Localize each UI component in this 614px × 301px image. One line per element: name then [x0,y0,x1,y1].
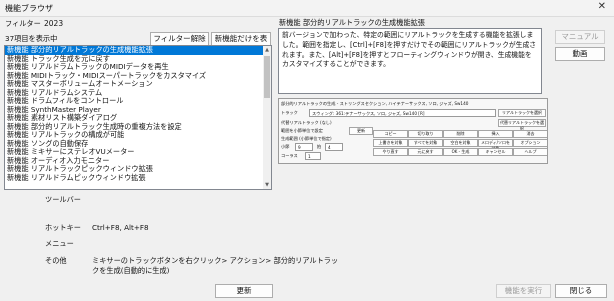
shot-bar-field: 9 [295,143,313,151]
shot-update: 更新 [349,127,373,135]
other-value-line2: クを生成(自動的に生成) [92,266,170,275]
shot-beat-val: 4 [328,145,331,150]
shot-grid-button: コピー [373,130,408,138]
shot-grid-button: オプション [513,139,547,147]
shot-grid-button: すべてを対象 [408,139,443,147]
update-button[interactable]: 更新 [215,284,273,298]
description-box: 前バージョンで加わった、特定の範囲にリアルトラックを生成する機能を拡張しました。… [278,28,542,94]
shot-chorus-field: 1 [305,152,321,160]
count-label: 37項目を表示中 [5,34,58,43]
title-bar: 機能ブラウザ ✕ [0,0,614,17]
hotkey-label: ホットキー [45,223,81,232]
shot-checkbox: 範囲を小節単位で設定 [281,128,323,133]
other-value-line1: ミキサーのトラックボタンを右クリック> アクション> 部分的リアルトラッ [92,256,339,265]
scroll-up-icon[interactable]: ▲ [263,47,271,53]
shot-grid-button: 消去 [513,130,547,138]
menu-label: メニュー [45,239,74,248]
other-label: その他 [45,256,67,265]
scroll-thumb[interactable] [264,56,270,98]
shot-alt-label: 代替リアルトラック (なし) [281,120,332,125]
shot-track-field: スウィング: 361:テナーサックス, ソロ, ジャズ, Sw140 [R] [309,109,496,117]
shot-title: 部分的リアルトラックの生成 - ストリングスセクション, ハイテナーサックス, … [281,101,469,106]
shot-chorus-val: 1 [308,154,311,159]
shot-grid-button: 元に戻す [408,148,443,156]
shot-track-label: トラック [281,110,298,115]
shot-grid-button: 切り取り [408,130,443,138]
hotkey-value: Ctrl+F8, Alt+F8 [92,223,149,232]
shot-grid-button: やり直す [373,148,408,156]
shot-grid-button: ヘルプ [513,148,547,156]
scroll-down-icon[interactable]: ▼ [263,182,271,188]
shot-chorus: コーラス [281,153,298,158]
shot-range-label: 生成範囲 (小節単位で指定) [281,136,332,141]
manual-button[interactable]: マニュアル [555,30,605,44]
toolbar-label: ツールバー [45,195,81,204]
filter-label: フィルター [5,19,41,28]
shot-bar: 小節 [281,144,290,149]
filter-input[interactable]: 2023 [40,17,273,31]
close-icon[interactable]: ✕ [598,1,606,12]
shot-beat-field: 4 [325,143,343,151]
shot-track-value: スウィング: 361:テナーサックス, ソロ, ジャズ, Sw140 [R] [312,111,425,116]
shot-grid-button: 上書きを対象 [373,139,408,147]
feature-list[interactable]: 新機能 部分的リアルトラックの生成機能拡張 新機能 トラック生成を元に戻す 新機能 … [4,45,264,190]
shot-grid-button: 挿入 [478,130,513,138]
detail-title: 新機能 部分的リアルトラックの生成機能拡張 [279,18,425,27]
shot-select-rt: リアルトラックを選択 [498,109,546,117]
shot-grid-button: 削除 [443,130,478,138]
shot-grid-button: キャンセル [478,148,513,156]
shot-grid-button: OK - 生成 [443,148,478,156]
clear-filter-button[interactable]: フィルター解除 [150,32,209,46]
shot-grid-button: メロディ/ソロを対象 [478,139,513,151]
window-title: 機能ブラウザ [5,4,53,13]
filter-value: 2023 [44,19,64,28]
shot-bar-val: 9 [298,145,301,150]
feature-screenshot: 部分的リアルトラックの生成 - ストリングスセクション, ハイテナーサックス, … [278,98,548,164]
shot-beat: 拍 [317,144,322,149]
shot-grid-button: 空白を対象 [443,139,478,147]
list-scrollbar[interactable]: ▲ ▼ [263,45,272,190]
show-new-only-button[interactable]: 新機能だけを表示 [211,32,271,55]
close-button[interactable]: 閉じる [555,284,607,298]
shot-alt-select: 代替リアルトラックを選択 [498,119,546,131]
video-button[interactable]: 動画 [555,47,605,61]
run-feature-button[interactable]: 機能を実行 [496,284,551,298]
feature-list-item[interactable]: 新機能 リアルドラムピックウィンドウ拡張 [5,173,263,183]
